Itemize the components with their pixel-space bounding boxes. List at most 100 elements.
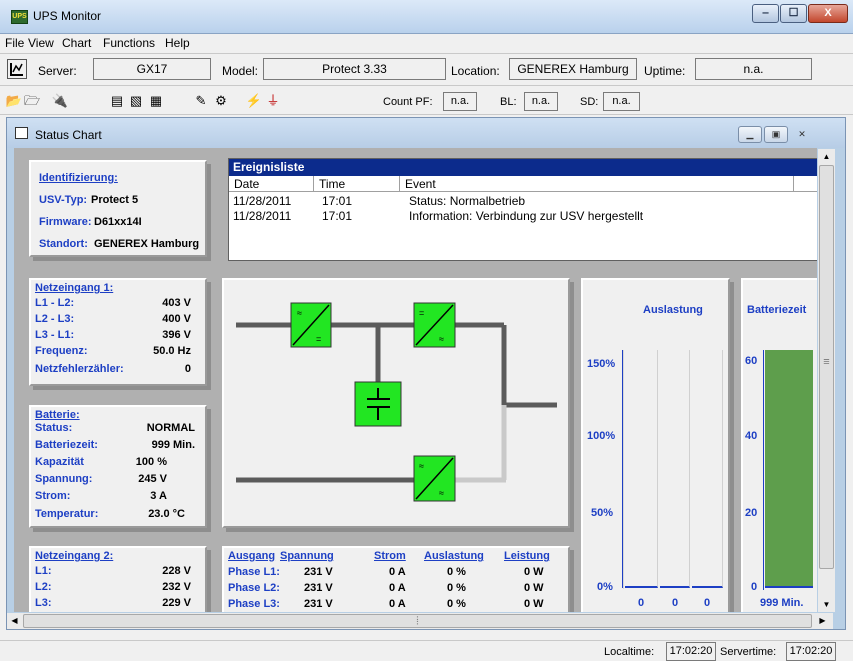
auslastung-tick: 100% — [587, 430, 616, 442]
scroll-left-icon[interactable]: ◀ — [7, 613, 22, 629]
col-event[interactable]: Event — [400, 176, 794, 192]
phase-spannung: 231 V — [304, 566, 333, 578]
uptime-label: Uptime: — [644, 64, 686, 78]
menu-help[interactable]: Help — [165, 36, 190, 50]
countpf-field: n.a. — [443, 92, 477, 111]
ereignisliste-title: Ereignisliste — [229, 159, 817, 176]
window-icon — [15, 127, 28, 139]
bat-row-label: Batteriezeit: — [35, 439, 98, 451]
model-field[interactable]: Protect 3.33 — [263, 58, 446, 80]
n1-row-label: L2 - L3: — [35, 313, 75, 325]
close-button[interactable]: X — [808, 4, 848, 23]
test-icon[interactable]: ✎ — [191, 91, 211, 111]
n1-row-value: 403 V — [162, 297, 191, 309]
minimize-button[interactable]: ‒ — [752, 4, 779, 23]
server-field[interactable]: GX17 — [93, 58, 211, 80]
mdi-minimize-button[interactable]: ▁ — [738, 126, 762, 143]
n2-row-label: L3: — [35, 597, 52, 609]
usv-typ-value: Protect 5 — [91, 194, 139, 206]
report-icon[interactable]: ▤ — [107, 91, 127, 111]
spannung-header: Spannung — [280, 550, 334, 562]
phase-leistung: 0 W — [524, 582, 544, 594]
rectifier-converter: ≈= — [290, 302, 332, 348]
bl-field: n.a. — [524, 92, 558, 111]
bat-row-label: Strom: — [35, 490, 71, 502]
chart-icon[interactable] — [7, 59, 27, 79]
auslastung-bars — [623, 350, 726, 589]
scroll-right-icon[interactable]: ▶ — [815, 613, 830, 629]
menu-functions[interactable]: Functions — [103, 36, 155, 50]
bat-row-label: Status: — [35, 422, 73, 434]
batteriezeit-tick: 20 — [745, 507, 758, 519]
n2-row-value: 229 V — [162, 597, 191, 609]
status-chart-title: Status Chart — [35, 128, 102, 142]
bat-row-value: 23.0 °C — [148, 508, 185, 520]
horizontal-scrollbar[interactable]: ◀ ⦙ ▶ — [7, 613, 833, 629]
print-preview-icon[interactable]: ▧ — [126, 91, 146, 111]
ausgang-panel: Ausgang Spannung Strom Auslastung Leistu… — [222, 546, 570, 612]
sd-label: SD: — [580, 96, 599, 108]
standort-label: Standort: — [39, 238, 88, 250]
n1-row-value: 0 — [184, 363, 191, 375]
mdi-close-button[interactable]: ✕ — [790, 126, 814, 143]
n1-row-value: 400 V — [162, 313, 191, 325]
auslastung-tick: 50% — [591, 507, 614, 519]
server-label: Server: — [38, 64, 77, 78]
phase-auslastung: 0 % — [447, 598, 466, 610]
localtime-field: 17:02:20 — [666, 642, 716, 661]
server-info-bar: Server: GX17 Model: Protect 3.33 Locatio… — [0, 53, 853, 86]
maximize-button[interactable]: ☐ — [780, 4, 807, 23]
location-label: Location: — [451, 64, 500, 78]
ups-connect-icon[interactable]: 🔌 — [50, 91, 70, 111]
n1-row-value: 396 V — [162, 329, 191, 341]
horizontal-scroll-thumb[interactable]: ⦙ — [23, 614, 812, 628]
n1-row-value: 50.0 Hz — [153, 345, 191, 357]
settings-icon[interactable]: ▦ — [146, 91, 166, 111]
phase-label: Phase L3: — [228, 598, 280, 610]
batteriezeit-track — [765, 350, 813, 588]
auslastung-value: 0 — [672, 597, 679, 609]
menu-view[interactable]: View — [28, 36, 54, 50]
mdi-restore-button[interactable]: ▣ — [764, 126, 788, 143]
sd-field: n.a. — [603, 92, 640, 111]
battery-block — [354, 381, 402, 427]
auslastung-title: Auslastung — [643, 304, 703, 316]
menu-file[interactable]: File — [5, 36, 24, 50]
bat-row-value: 999 Min. — [151, 439, 195, 451]
scroll-down-icon[interactable]: ▼ — [818, 597, 835, 612]
vertical-scrollbar[interactable]: ▲ ≡ ▼ — [818, 149, 835, 612]
config-icon[interactable]: ⚙ — [211, 91, 231, 111]
scroll-up-icon[interactable]: ▲ — [818, 149, 835, 164]
save-folder-icon[interactable]: 🗁 — [22, 91, 42, 111]
location-field[interactable]: GENEREX Hamburg — [509, 58, 637, 80]
status-chart-window: Status Chart ▁ ▣ ✕ Identifizierung: USV-… — [6, 117, 846, 630]
shutdown-icon[interactable]: ⚡ — [244, 91, 264, 111]
batteriezeit-panel: Batteriezeit 60 40 20 0 999 Min. — [741, 278, 817, 612]
col-time[interactable]: Time — [314, 176, 400, 192]
uptime-field[interactable]: n.a. — [695, 58, 812, 80]
n1-row-label: Frequenz: — [35, 345, 88, 357]
event-date: 11/28/2011 — [233, 194, 292, 208]
ereignisliste-panel: Ereignisliste Date Time Event 11/28/2011… — [228, 158, 817, 261]
phase-spannung: 231 V — [304, 582, 333, 594]
strom-header: Strom — [374, 550, 406, 562]
svg-text:≈: ≈ — [297, 308, 302, 318]
open-folder-icon[interactable]: 📂 — [4, 91, 24, 111]
bypass-converter: ≈≈ — [413, 455, 456, 502]
menu-chart[interactable]: Chart — [62, 36, 91, 50]
svg-text:≈: ≈ — [419, 461, 424, 471]
status-chart-titlebar: Status Chart ▁ ▣ ✕ — [7, 118, 845, 148]
vertical-scroll-thumb[interactable]: ≡ — [819, 165, 834, 569]
ups-diagram: ≈= =≈ ≈≈ — [236, 302, 557, 502]
netzeingang1-panel: Netzeingang 1: L1 - L2: 403 V L2 - L3: 4… — [29, 278, 207, 386]
phase-strom: 0 A — [389, 582, 406, 594]
n1-row-label: L1 - L2: — [35, 297, 75, 309]
phase-label: Phase L1: — [228, 566, 280, 578]
title-bar: UPS UPS Monitor ‒ ☐ X — [0, 0, 853, 34]
servertime-field: 17:02:20 — [786, 642, 836, 661]
ausgang-header: Ausgang — [228, 550, 276, 562]
ups-diagram-panel: ≈ = = ≈ ≈ ≈ — [222, 278, 570, 528]
n2-row-value: 232 V — [162, 581, 191, 593]
power-plug-icon[interactable]: ⏚ — [263, 91, 283, 111]
col-date[interactable]: Date — [229, 176, 314, 192]
